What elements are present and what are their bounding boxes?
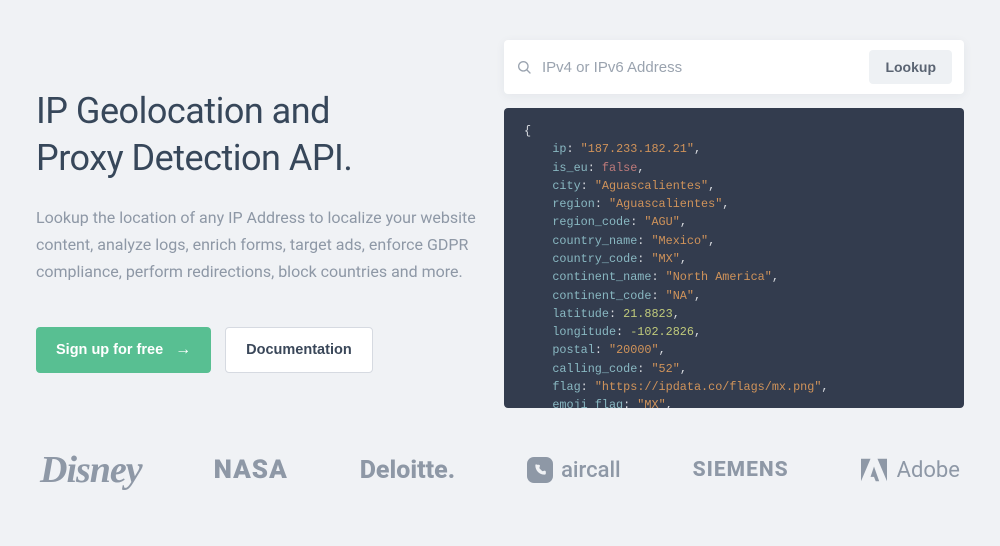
ip-address-input[interactable] [542,59,869,76]
hero-subhead: Lookup the location of any IP Address to… [36,204,476,286]
lookup-button[interactable]: Lookup [869,50,952,84]
hero-right: Lookup { ip: "187.233.182.21", is_eu: fa… [504,40,964,408]
api-response-panel[interactable]: { ip: "187.233.182.21", is_eu: false, ci… [504,108,964,408]
hero-left: IP Geolocation and Proxy Detection API. … [36,40,476,408]
aircall-icon [527,457,553,483]
logo-deloitte: Deloitte. [360,456,455,485]
ip-search-bar: Lookup [504,40,964,94]
page-title: IP Geolocation and Proxy Detection API. [36,88,476,182]
customer-logos: Disney NASA Deloitte. aircall SIEMENS Ad… [0,408,1000,492]
logo-adobe: Adobe [861,458,960,483]
logo-siemens: SIEMENS [693,458,789,482]
logo-disney: Disney [40,448,142,492]
docs-button[interactable]: Documentation [225,327,373,373]
logo-nasa: NASA [214,455,288,485]
docs-label: Documentation [246,342,352,358]
title-line2: Proxy Detection API. [36,137,352,179]
adobe-icon [861,458,887,482]
cta-row: Sign up for free → Documentation [36,327,476,373]
search-icon [516,59,532,75]
logo-aircall: aircall [527,457,621,483]
arrow-right-icon: → [175,341,191,359]
title-line1: IP Geolocation and [36,90,330,132]
signup-button[interactable]: Sign up for free → [36,327,211,373]
signup-label: Sign up for free [56,342,163,358]
